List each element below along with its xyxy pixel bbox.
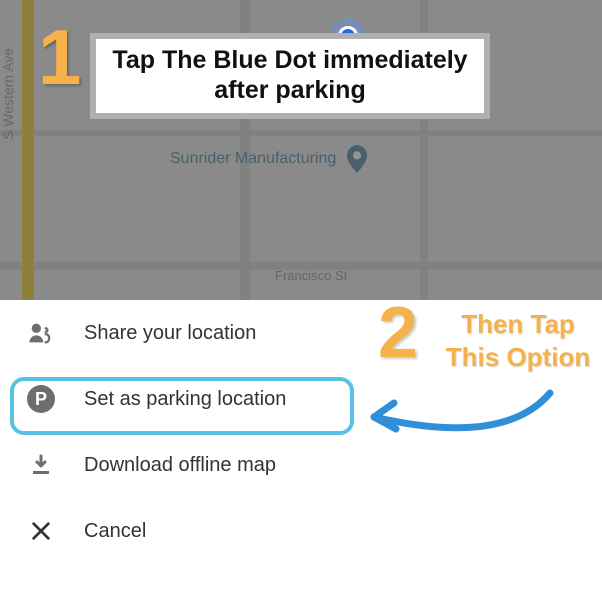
menu-item-set-parking[interactable]: P Set as parking location [0, 366, 602, 432]
menu-item-label: Set as parking location [84, 388, 286, 411]
annotation-step2-line1: Then Tap [461, 309, 575, 339]
menu-item-download-offline[interactable]: Download offline map [0, 432, 602, 498]
annotation-step2-line2: This Option [446, 342, 590, 372]
share-location-icon [26, 318, 56, 348]
download-icon [26, 450, 56, 480]
menu-item-label: Download offline map [84, 454, 276, 477]
annotation-step2-text: Then Tap This Option [438, 308, 598, 373]
annotation-step1-number: 1 [38, 18, 81, 96]
menu-item-label: Cancel [84, 520, 146, 543]
close-icon [26, 516, 56, 546]
annotation-step1-text: Tap The Blue Dot immediately after parki… [90, 33, 490, 119]
annotation-step2-number: 2 [378, 292, 418, 374]
parking-icon: P [26, 384, 56, 414]
menu-item-label: Share your location [84, 322, 256, 345]
menu-item-cancel[interactable]: Cancel [0, 498, 602, 564]
